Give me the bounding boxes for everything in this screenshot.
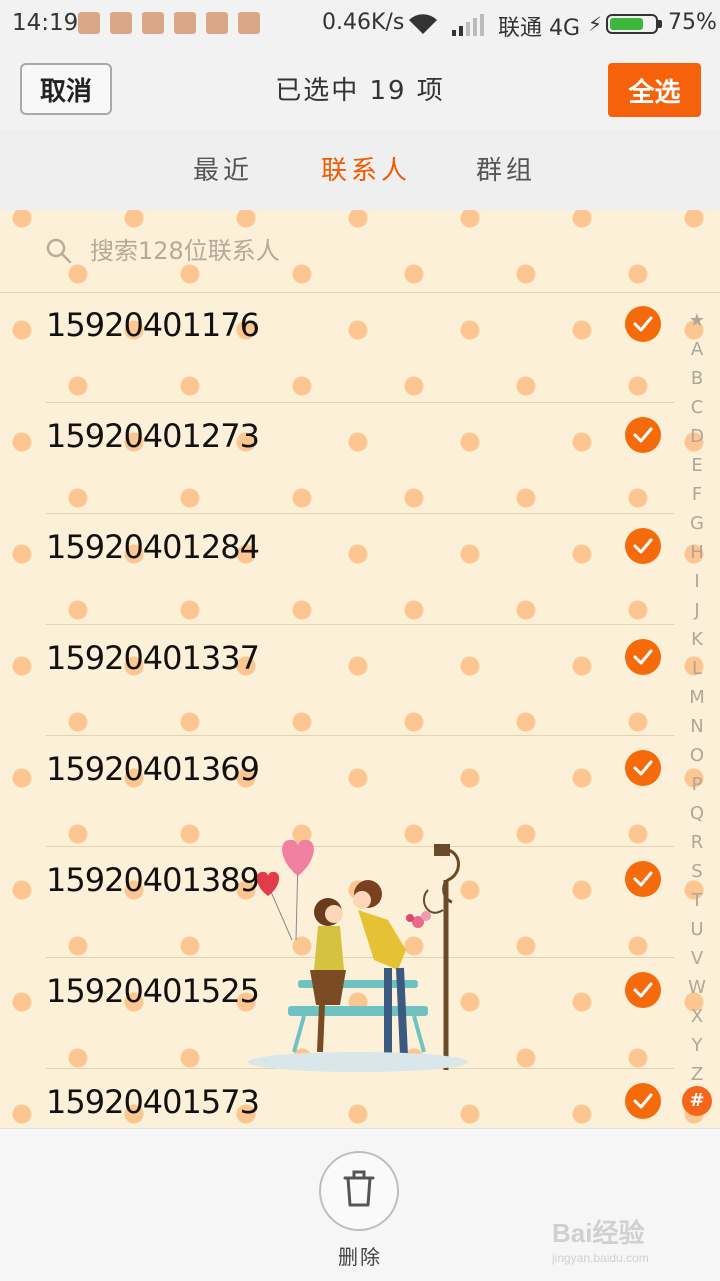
contact-number: 15920401525 (46, 972, 260, 1010)
status-bar: 14:19 0.46K/s 联通 4G ⚡ 75% (0, 0, 720, 50)
battery-percent: 75% (668, 10, 717, 35)
checkmark-icon[interactable] (625, 417, 661, 453)
battery-icon (606, 14, 658, 34)
alphabet-index-letter[interactable]: T (684, 886, 710, 915)
watermark-brand: Bai经验 (552, 1218, 645, 1248)
alphabet-index-letter[interactable]: O (684, 741, 710, 770)
network-speed: 0.46K/s (322, 10, 405, 35)
search-bar (0, 210, 720, 293)
alphabet-index-letter[interactable]: W (684, 973, 710, 1002)
checkmark-icon[interactable] (625, 306, 661, 342)
tab-recent[interactable]: 最近 (193, 150, 253, 187)
alphabet-index[interactable]: ★ A B C D E F G H I J K L M N O P Q R S T U V W X Y Z (684, 306, 710, 1089)
signal-icon (452, 14, 486, 42)
alphabet-index-letter[interactable]: C (684, 393, 710, 422)
contact-number: 15920401573 (46, 1083, 260, 1121)
tab-contacts[interactable]: 联系人 (321, 150, 411, 187)
checkmark-icon[interactable] (625, 1083, 661, 1119)
contact-number: 15920401389 (46, 861, 260, 899)
battery-tip (658, 20, 662, 28)
alphabet-index-letter[interactable]: D (684, 422, 710, 451)
alphabet-index-letter[interactable]: G (684, 509, 710, 538)
checkmark-icon[interactable] (625, 639, 661, 675)
checkmark-icon[interactable] (625, 750, 661, 786)
contact-number: 15920401273 (46, 417, 260, 455)
trash-icon (341, 1170, 377, 1212)
alphabet-index-letter[interactable]: E (684, 451, 710, 480)
contact-row[interactable]: 15920401337 (0, 625, 720, 736)
checkmark-icon[interactable] (625, 861, 661, 897)
alphabet-index-letter[interactable]: K (684, 625, 710, 654)
alphabet-index-letter[interactable]: X (684, 1002, 710, 1031)
couple-illustration (248, 830, 478, 1084)
wifi-icon (406, 12, 440, 42)
notification-icon (238, 12, 260, 34)
alphabet-index-letter[interactable]: A (684, 335, 710, 364)
charging-icon: ⚡ (588, 12, 603, 36)
notification-icon (174, 12, 196, 34)
alphabet-index-letter[interactable]: P (684, 770, 710, 799)
tab-bar: 最近 联系人 群组 (0, 130, 720, 211)
search-icon (46, 238, 72, 268)
bottom-action-bar: 删除 Bai经验 jingyan.baidu.com (0, 1128, 720, 1281)
status-time: 14:19 (12, 10, 79, 36)
select-all-button[interactable]: 全选 (608, 63, 701, 117)
alphabet-index-hash[interactable]: # (682, 1086, 712, 1116)
battery-fill (610, 18, 643, 30)
contact-row[interactable]: 15920401284 (0, 514, 720, 625)
tab-groups[interactable]: 群组 (476, 150, 536, 187)
alphabet-index-letter[interactable]: M (684, 683, 710, 712)
search-input[interactable] (88, 232, 652, 270)
notification-icon (110, 12, 132, 34)
notification-icon (206, 12, 228, 34)
contact-number: 15920401284 (46, 528, 260, 566)
contact-row[interactable]: 15920401273 (0, 403, 720, 514)
alphabet-index-letter[interactable]: B (684, 364, 710, 393)
alphabet-index-letter[interactable]: U (684, 915, 710, 944)
checkmark-icon[interactable] (625, 528, 661, 564)
alphabet-index-letter[interactable]: I (684, 567, 710, 596)
contact-number: 15920401369 (46, 750, 260, 788)
alphabet-index-letter[interactable]: S (684, 857, 710, 886)
notification-icons (78, 12, 260, 34)
alphabet-index-letter[interactable]: Z (684, 1060, 710, 1089)
alphabet-index-letter[interactable]: J (684, 596, 710, 625)
contact-number: 15920401337 (46, 639, 260, 677)
contact-row[interactable]: 15920401176 (0, 292, 720, 403)
alphabet-index-letter[interactable]: V (684, 944, 710, 973)
alphabet-index-letter[interactable]: ★ (684, 306, 710, 335)
notification-icon (142, 12, 164, 34)
alphabet-index-letter[interactable]: Y (684, 1031, 710, 1060)
alphabet-index-letter[interactable]: N (684, 712, 710, 741)
alphabet-index-letter[interactable]: F (684, 480, 710, 509)
contact-number: 15920401176 (46, 306, 260, 344)
alphabet-index-letter[interactable]: Q (684, 799, 710, 828)
alphabet-index-letter[interactable]: L (684, 654, 710, 683)
carrier-label: 联通 4G (498, 16, 581, 41)
checkmark-icon[interactable] (625, 972, 661, 1008)
selection-header: 取消 已选中 19 项 全选 (0, 50, 720, 131)
delete-button[interactable] (319, 1151, 399, 1231)
alphabet-index-letter[interactable]: H (684, 538, 710, 567)
alphabet-index-letter[interactable]: R (684, 828, 710, 857)
notification-icon (78, 12, 100, 34)
watermark-url: jingyan.baidu.com (552, 1251, 649, 1265)
